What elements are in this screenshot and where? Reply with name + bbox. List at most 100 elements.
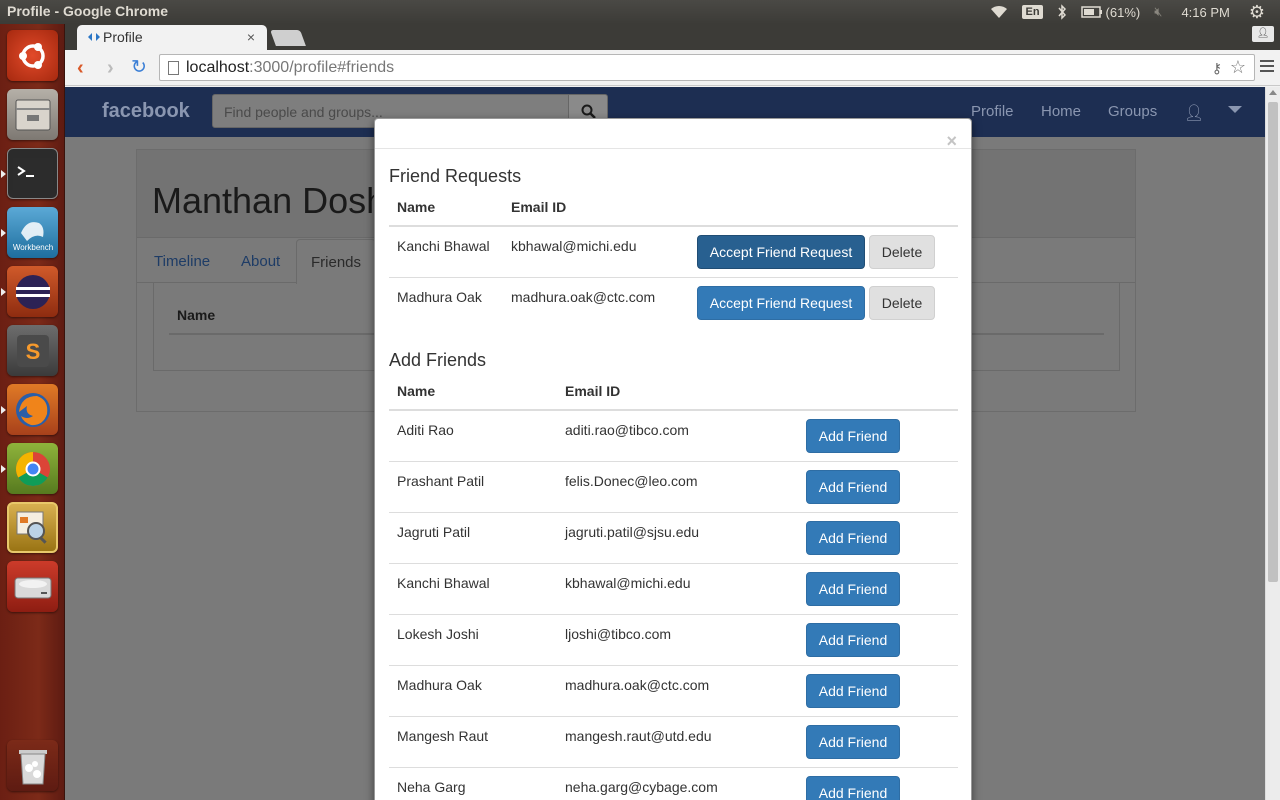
keyboard-layout-indicator[interactable]: En xyxy=(1015,0,1049,24)
person-name: Aditi Rao xyxy=(397,422,454,438)
disk-icon[interactable] xyxy=(7,561,58,612)
ubuntu-dash-icon[interactable] xyxy=(7,30,58,81)
person-name: Prashant Patil xyxy=(397,473,485,489)
url-path: :3000/profile#friends xyxy=(249,59,395,76)
table-row: Lokesh Joshi ljoshi@tibco.com Add Friend xyxy=(389,615,958,666)
battery-indicator[interactable]: (61%) xyxy=(1074,0,1148,24)
add-friend-button[interactable]: Add Friend xyxy=(806,674,900,708)
user-profile-icon[interactable]: 👤︎ xyxy=(1252,26,1274,42)
tab-close-icon[interactable]: × xyxy=(247,29,255,45)
profile-name: Manthan Doshi xyxy=(152,180,395,221)
person-name: Kanchi Bhawal xyxy=(397,575,490,591)
add-friend-button[interactable]: Add Friend xyxy=(806,725,900,759)
add-friend-button[interactable]: Add Friend xyxy=(806,572,900,606)
requests-email-header: Email ID xyxy=(511,199,567,215)
key-icon[interactable]: ⚷ xyxy=(1212,60,1222,77)
tab-about[interactable]: About xyxy=(241,253,280,270)
scroll-thumb[interactable] xyxy=(1268,102,1278,582)
reload-icon[interactable]: ↻ xyxy=(131,58,147,78)
person-email: jagruti.patil@sjsu.edu xyxy=(565,524,700,540)
table-row: Jagruti Patil jagruti.patil@sjsu.edu Add F… xyxy=(389,513,958,564)
nav-link-home[interactable]: Home xyxy=(1041,103,1081,120)
delete-request-button[interactable]: Delete xyxy=(869,286,935,320)
person-email: felis.Donec@leo.com xyxy=(565,473,698,489)
request-name: Kanchi Bhawal xyxy=(397,238,490,254)
bookmark-star-icon[interactable]: ☆ xyxy=(1230,57,1246,78)
nav-link-groups[interactable]: Groups xyxy=(1108,103,1157,120)
volume-muted-icon[interactable]: 🔇︎ xyxy=(1147,0,1169,24)
sublime-text-icon[interactable]: S xyxy=(7,325,58,376)
add-friend-button[interactable]: Add Friend xyxy=(806,419,900,453)
caret-down-icon[interactable] xyxy=(1228,106,1242,113)
friend-requests-title: Friend Requests xyxy=(389,166,522,186)
add-friend-button[interactable]: Add Friend xyxy=(806,470,900,504)
chrome-menu-icon[interactable] xyxy=(1260,60,1274,74)
add-friend-button[interactable]: Add Friend xyxy=(806,776,900,800)
person-email: ljoshi@tibco.com xyxy=(565,626,672,642)
bluetooth-icon[interactable] xyxy=(1050,0,1074,24)
add-friends-title: Add Friends xyxy=(389,350,487,370)
page-icon xyxy=(168,61,179,75)
keyboard-lang-label: En xyxy=(1022,5,1043,19)
accept-friend-request-button[interactable]: Accept Friend Request xyxy=(697,235,865,269)
forward-icon[interactable]: › xyxy=(107,58,114,78)
new-tab-button[interactable] xyxy=(270,30,306,46)
react-favicon-icon xyxy=(87,30,101,47)
eclipse-icon[interactable] xyxy=(7,266,58,317)
battery-icon xyxy=(1080,6,1102,18)
user-icon[interactable]: 👤︎ xyxy=(1184,103,1204,123)
tab-title: Profile xyxy=(103,29,143,45)
person-email: aditi.rao@tibco.com xyxy=(565,422,689,438)
add-name-header: Name xyxy=(397,383,436,399)
mysql-workbench-icon[interactable]: Workbench xyxy=(7,207,58,258)
svg-text:Workbench: Workbench xyxy=(13,243,53,252)
ubuntu-top-panel: Profile - Google Chrome En (61%) 🔇︎ 4:16… xyxy=(0,0,1280,24)
scroll-up-icon[interactable] xyxy=(1269,90,1277,95)
modal-header: × xyxy=(375,119,971,150)
wifi-icon[interactable] xyxy=(983,0,1015,24)
search-icon xyxy=(581,104,596,119)
page-scrollbar[interactable] xyxy=(1265,87,1280,800)
tab-friends[interactable]: Friends xyxy=(296,239,377,284)
browser-toolbar: ‹ › ↻ localhost:3000/profile#friends ⚷ ☆ xyxy=(65,50,1280,86)
table-row: Kanchi Bhawal kbhawal@michi.edu Accept F… xyxy=(389,227,958,278)
files-icon[interactable] xyxy=(7,89,58,140)
window-title: Profile - Google Chrome xyxy=(7,3,169,19)
back-icon[interactable]: ‹ xyxy=(77,58,84,78)
requests-name-header: Name xyxy=(397,199,436,215)
table-row: Mangesh Raut mangesh.raut@utd.edu Add Frie… xyxy=(389,717,958,768)
address-bar[interactable]: localhost:3000/profile#friends ⚷ ☆ xyxy=(159,54,1255,81)
request-name: Madhura Oak xyxy=(397,289,482,305)
chrome-icon[interactable] xyxy=(7,443,58,494)
trash-icon[interactable] xyxy=(7,740,58,791)
person-name: Lokesh Joshi xyxy=(397,626,479,642)
tab-timeline[interactable]: Timeline xyxy=(154,253,210,270)
table-row: Madhura Oak madhura.oak@ctc.com Accept F… xyxy=(389,278,958,329)
request-email: madhura.oak@ctc.com xyxy=(511,289,656,305)
firefox-icon[interactable] xyxy=(7,384,58,435)
person-name: Neha Garg xyxy=(397,779,466,795)
table-row: Aditi Rao aditi.rao@tibco.com Add Friend xyxy=(389,411,958,462)
table-row: Madhura Oak madhura.oak@ctc.com Add Friend xyxy=(389,666,958,717)
image-viewer-icon[interactable] xyxy=(7,502,58,553)
table-row: Neha Garg neha.garg@cybage.com Add Friend xyxy=(389,768,958,800)
person-email: kbhawal@michi.edu xyxy=(565,575,691,591)
system-tray: En (61%) 🔇︎ 4:16 PM ⚙ xyxy=(983,0,1272,24)
gear-icon[interactable]: ⚙ xyxy=(1242,0,1272,24)
browser-tab-profile[interactable]: Profile × xyxy=(77,25,267,50)
add-friend-button[interactable]: Add Friend xyxy=(806,521,900,555)
nav-link-profile[interactable]: Profile xyxy=(971,103,1014,120)
table-row: Kanchi Bhawal kbhawal@michi.edu Add Friend xyxy=(389,564,958,615)
friends-modal: × Friend Requests Name Email ID Kanchi B… xyxy=(374,118,972,800)
delete-request-button[interactable]: Delete xyxy=(869,235,935,269)
accept-friend-request-button[interactable]: Accept Friend Request xyxy=(697,286,865,320)
clock[interactable]: 4:16 PM xyxy=(1169,0,1241,24)
terminal-icon[interactable] xyxy=(7,148,58,199)
close-icon[interactable]: × xyxy=(946,132,957,150)
chrome-window: Profile × 👤︎ ‹ › ↻ localhost:3000/profil… xyxy=(65,24,1280,800)
friends-name-header: Name xyxy=(177,307,216,323)
site-brand[interactable]: facebook xyxy=(102,100,190,123)
add-friend-button[interactable]: Add Friend xyxy=(806,623,900,657)
person-name: Madhura Oak xyxy=(397,677,482,693)
page-viewport: facebook Find people and groups... Profi… xyxy=(65,87,1265,800)
